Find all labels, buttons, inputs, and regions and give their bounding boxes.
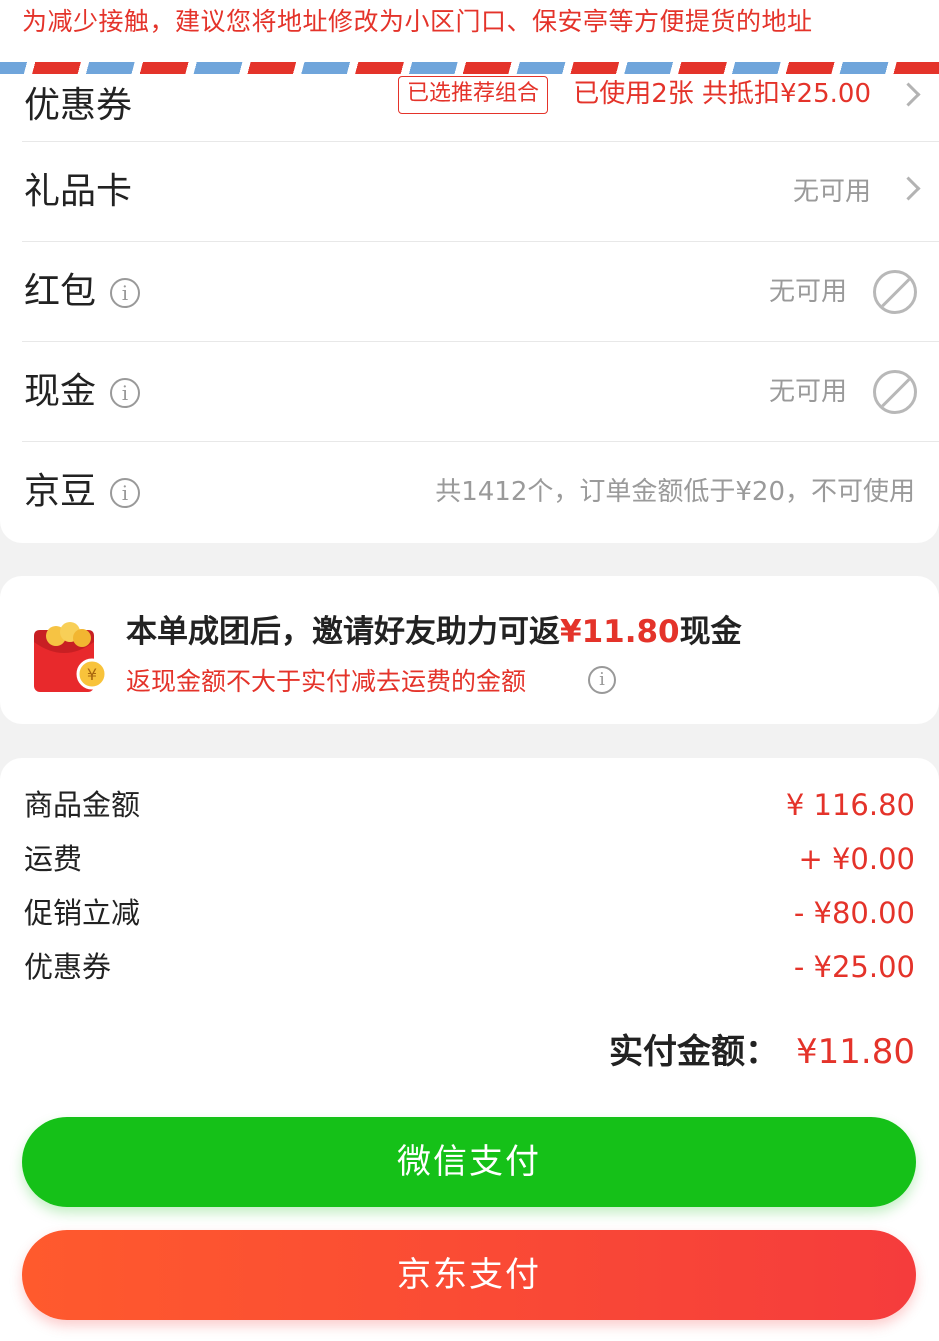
info-icon[interactable]: i	[110, 478, 140, 508]
coupon-used-value: 已使用2张 共抵扣¥25.00	[573, 79, 871, 109]
coupon-label: 优惠券	[24, 85, 133, 126]
gift-card-value: 无可用	[792, 177, 871, 207]
recommended-combo-badge: 已选推荐组合	[398, 76, 549, 114]
cashback-suffix: 现金	[679, 614, 742, 650]
jd-beans-value: 共1412个，订单金额低于¥20，不可使用	[435, 477, 915, 507]
summary-label: 促销立减	[24, 896, 141, 930]
unavailable-icon	[873, 370, 917, 414]
summary-row-shipping: 运费 + ¥0.00	[22, 832, 915, 886]
summary-label: 优惠券	[24, 950, 112, 984]
summary-row-goods: 商品金额 ¥ 116.80	[22, 778, 915, 832]
cashback-card: ¥ 本单成团后，邀请好友助力可返¥11.80现金 返现金额不大于实付减去运费的金…	[0, 576, 939, 724]
chevron-right-icon	[896, 176, 921, 201]
cash-label: 现金	[24, 371, 97, 412]
summary-value: + ¥0.00	[798, 842, 915, 876]
cashback-note: 返现金额不大于实付减去运费的金额	[126, 667, 527, 696]
wechat-pay-button[interactable]: 微信支付	[22, 1117, 916, 1207]
jd-beans-label: 京豆	[24, 471, 97, 512]
summary-label: 运费	[24, 842, 83, 876]
info-icon[interactable]: i	[110, 378, 140, 408]
jd-beans-row: 京豆 i 共1412个，订单金额低于¥20，不可使用	[22, 442, 939, 542]
coupon-row[interactable]: 优惠券 已选推荐组合 已使用2张 共抵扣¥25.00	[22, 74, 939, 142]
jd-pay-button[interactable]: 京东支付	[22, 1230, 916, 1320]
address-notice-banner: 为减少接触，建议您将地址修改为小区门口、保安亭等方便提货的地址	[0, 0, 939, 62]
gift-card-row[interactable]: 礼品卡 无可用	[22, 142, 939, 242]
cashback-headline: 本单成团后，邀请好友助力可返¥11.80现金	[126, 606, 742, 651]
cash-value: 无可用	[768, 377, 847, 407]
red-packet-value: 无可用	[768, 277, 847, 307]
summary-value: - ¥25.00	[793, 950, 915, 984]
total-label: 实付金额：	[609, 1032, 779, 1072]
red-packet-label: 红包	[24, 271, 97, 312]
discounts-card: 优惠券 已选推荐组合 已使用2张 共抵扣¥25.00 礼品卡 无可用 红包 i …	[0, 74, 939, 543]
address-notice-text: 为减少接触，建议您将地址修改为小区门口、保安亭等方便提货的地址	[22, 7, 813, 36]
airmail-stripe-divider	[0, 62, 939, 74]
cashback-prefix: 本单成团后，邀请好友助力可返	[126, 614, 560, 650]
info-icon[interactable]: i	[588, 666, 616, 694]
summary-value: ¥ 116.80	[785, 788, 915, 822]
chevron-right-icon	[896, 82, 921, 107]
price-summary-card: 商品金额 ¥ 116.80 运费 + ¥0.00 促销立减 - ¥80.00 优…	[0, 758, 939, 1012]
summary-row-coupon: 优惠券 - ¥25.00	[22, 940, 915, 994]
info-icon[interactable]: i	[110, 278, 140, 308]
summary-row-promotion: 促销立减 - ¥80.00	[22, 886, 915, 940]
red-envelope-icon: ¥	[34, 622, 108, 692]
unavailable-icon	[873, 270, 917, 314]
summary-label: 商品金额	[24, 788, 141, 822]
payment-footer: 实付金额： ¥11.80 微信支付 京东支付	[0, 1012, 939, 1341]
cashback-amount: ¥11.80	[560, 614, 680, 650]
gift-card-label: 礼品卡	[24, 171, 133, 212]
cash-row: 现金 i 无可用	[22, 342, 939, 442]
summary-value: - ¥80.00	[793, 896, 915, 930]
svg-text:¥: ¥	[87, 665, 97, 684]
total-value: ¥11.80	[796, 1032, 915, 1072]
red-packet-row: 红包 i 无可用	[22, 242, 939, 342]
